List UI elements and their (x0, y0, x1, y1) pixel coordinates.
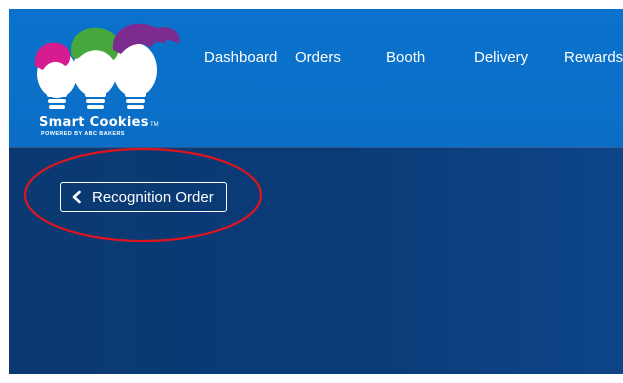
nav-item-rewards[interactable]: Rewards (564, 49, 623, 66)
smart-cookies-logo[interactable]: Smart Cookies TM POWERED BY ABC BAKERS (19, 14, 189, 144)
app-window: Smart Cookies TM POWERED BY ABC BAKERS D… (9, 9, 623, 374)
top-navigation-bar: Smart Cookies TM POWERED BY ABC BAKERS D… (9, 9, 623, 147)
back-button-label: Recognition Order (92, 188, 214, 206)
nav-item-booth[interactable]: Booth (386, 49, 425, 66)
back-to-recognition-order-button[interactable]: Recognition Order (60, 182, 227, 212)
nav-item-dashboard[interactable]: Dashboard (204, 49, 277, 66)
brand-name: Smart Cookies (39, 115, 149, 130)
trademark-mark: TM (150, 122, 159, 128)
chevron-left-icon (72, 190, 81, 204)
nav-item-orders[interactable]: Orders (295, 49, 341, 66)
nav-item-delivery[interactable]: Delivery (474, 49, 528, 66)
brand-tagline: POWERED BY ABC BAKERS (41, 131, 125, 137)
